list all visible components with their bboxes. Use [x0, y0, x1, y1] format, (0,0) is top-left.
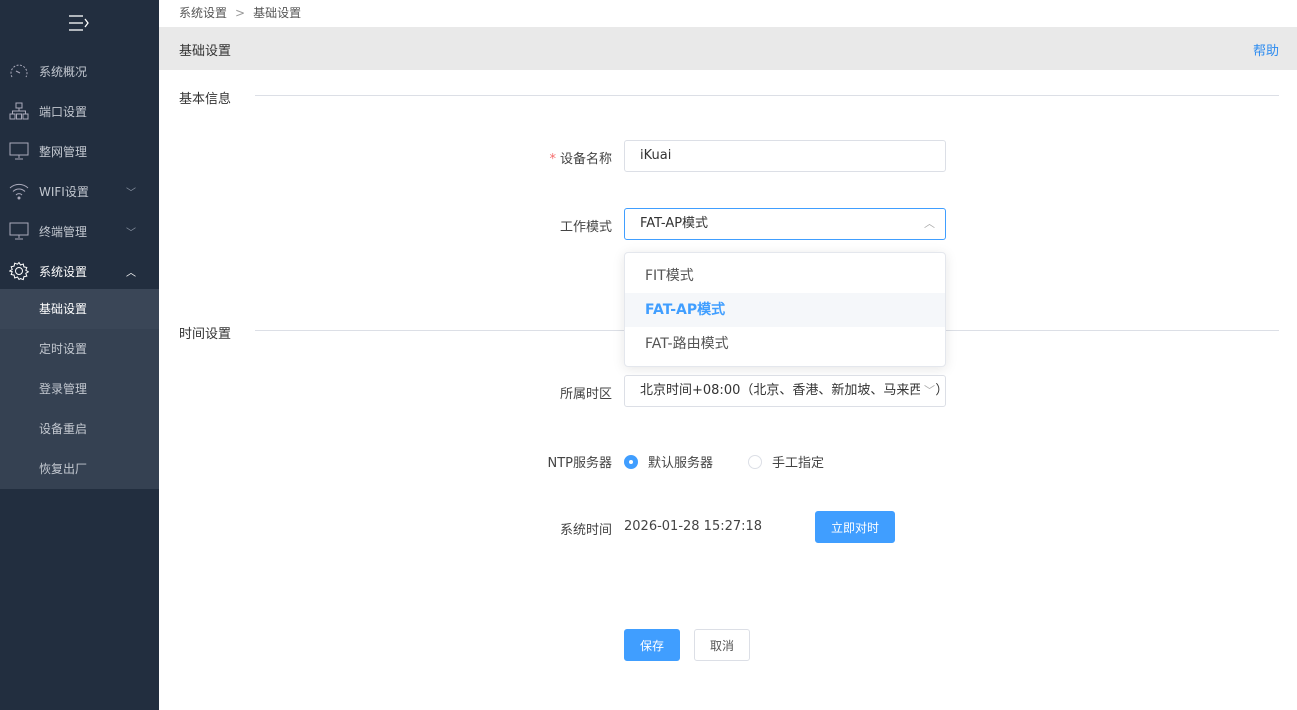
chevron-down-icon: ﹀ — [920, 376, 935, 406]
wifi-icon — [9, 181, 29, 201]
mode-option-fat-ap[interactable]: FAT-AP模式 — [625, 293, 945, 327]
device-name-input[interactable]: iKuai — [624, 140, 946, 172]
required-marker: * — [549, 152, 556, 167]
sidebar-item-network[interactable]: 整网管理 — [0, 131, 159, 171]
system-time-label: 系统时间 — [559, 523, 612, 538]
sidebar-item-system[interactable]: 系统设置 ︿ — [0, 251, 159, 291]
sidebar-item-terminals[interactable]: 终端管理 ﹀ — [0, 211, 159, 251]
sync-time-button[interactable]: 立即对时 — [815, 511, 895, 543]
chevron-down-icon: ﹀ — [126, 227, 136, 239]
gear-icon — [9, 261, 29, 281]
chevron-down-icon: ﹀ — [126, 187, 136, 199]
monitor-icon — [9, 141, 29, 161]
submenu-item-login[interactable]: 登录管理 — [0, 369, 159, 409]
sidebar-item-label: 终端管理 — [39, 224, 88, 239]
radio-label: 默认服务器 — [648, 456, 714, 471]
help-link[interactable]: 帮助 — [1253, 40, 1279, 59]
sidebar-item-ports[interactable]: 端口设置 — [0, 91, 159, 131]
sidebar-item-label: WIFI设置 — [39, 184, 89, 199]
section-title-basic: 基本信息 — [179, 92, 232, 107]
breadcrumb: 系统设置 > 基础设置 — [179, 4, 301, 21]
system-time-value: 2026-01-28 15:27:18 — [624, 519, 763, 534]
submenu-item-reboot[interactable]: 设备重启 — [0, 409, 159, 449]
device-name-label: * 设备名称 — [549, 148, 612, 167]
section-title-time: 时间设置 — [179, 327, 232, 342]
chevron-up-icon: ︿ — [924, 217, 935, 230]
dashboard-icon — [9, 61, 29, 81]
page-header: 基础设置 帮助 — [159, 27, 1297, 70]
save-button[interactable]: 保存 — [624, 629, 680, 661]
chevron-up-icon: ︿ — [126, 267, 136, 279]
timezone-label: 所属时区 — [559, 387, 612, 402]
mode-label: 工作模式 — [559, 220, 612, 235]
mode-value: FAT-AP模式 — [640, 216, 709, 231]
mode-option-fat-router[interactable]: FAT-路由模式 — [625, 327, 945, 361]
breadcrumb-item[interactable]: 系统设置 — [179, 6, 227, 20]
timezone-value: 北京时间+08:00（北京、香港、新加坡、马来西亚） — [640, 383, 946, 398]
ntp-default-radio[interactable]: 默认服务器 — [624, 452, 713, 471]
sidebar-item-label: 整网管理 — [39, 144, 88, 159]
ntp-label: NTP服务器 — [547, 456, 612, 471]
sidebar-item-label: 系统设置 — [39, 264, 88, 279]
mode-select[interactable]: FAT-AP模式 ︿ — [624, 208, 946, 240]
breadcrumb-separator: > — [235, 6, 246, 20]
submenu-item-reset[interactable]: 恢复出厂 — [0, 449, 159, 489]
page-title: 基础设置 — [179, 44, 232, 59]
network-icon — [9, 101, 29, 121]
divider — [255, 95, 1279, 96]
breadcrumb-item: 基础设置 — [253, 6, 302, 20]
submenu: 基础设置 定时设置 登录管理 设备重启 恢复出厂 — [0, 289, 159, 489]
mode-option-fit[interactable]: FIT模式 — [625, 259, 945, 293]
radio-unchecked — [748, 454, 762, 469]
timezone-select[interactable]: 北京时间+08:00（北京、香港、新加坡、马来西亚） ﹀ — [624, 375, 946, 407]
sidebar-item-wifi[interactable]: WIFI设置 ﹀ — [0, 171, 159, 211]
submenu-item-basic[interactable]: 基础设置 — [0, 289, 159, 329]
sidebar-item-label: 端口设置 — [39, 104, 88, 119]
sidebar-item-overview[interactable]: 系统概况 — [0, 51, 159, 91]
monitor-icon — [9, 221, 29, 241]
mode-dropdown: FIT模式 FAT-AP模式 FAT-路由模式 — [624, 252, 946, 367]
menu-toggle-icon[interactable] — [68, 14, 90, 32]
label-text: 设备名称 — [559, 152, 612, 167]
sidebar: 系统概况 端口设置 整网管理 WIFI设置 ﹀ 终端管理 ﹀ 系统设置 ︿ 基础设置 … — [0, 0, 159, 710]
submenu-item-schedule[interactable]: 定时设置 — [0, 329, 159, 369]
radio-label: 手工指定 — [772, 456, 825, 471]
cancel-button[interactable]: 取消 — [694, 629, 750, 661]
radio-checked — [624, 454, 638, 469]
ntp-manual-radio[interactable]: 手工指定 — [748, 452, 824, 471]
sidebar-item-label: 系统概况 — [39, 64, 88, 79]
